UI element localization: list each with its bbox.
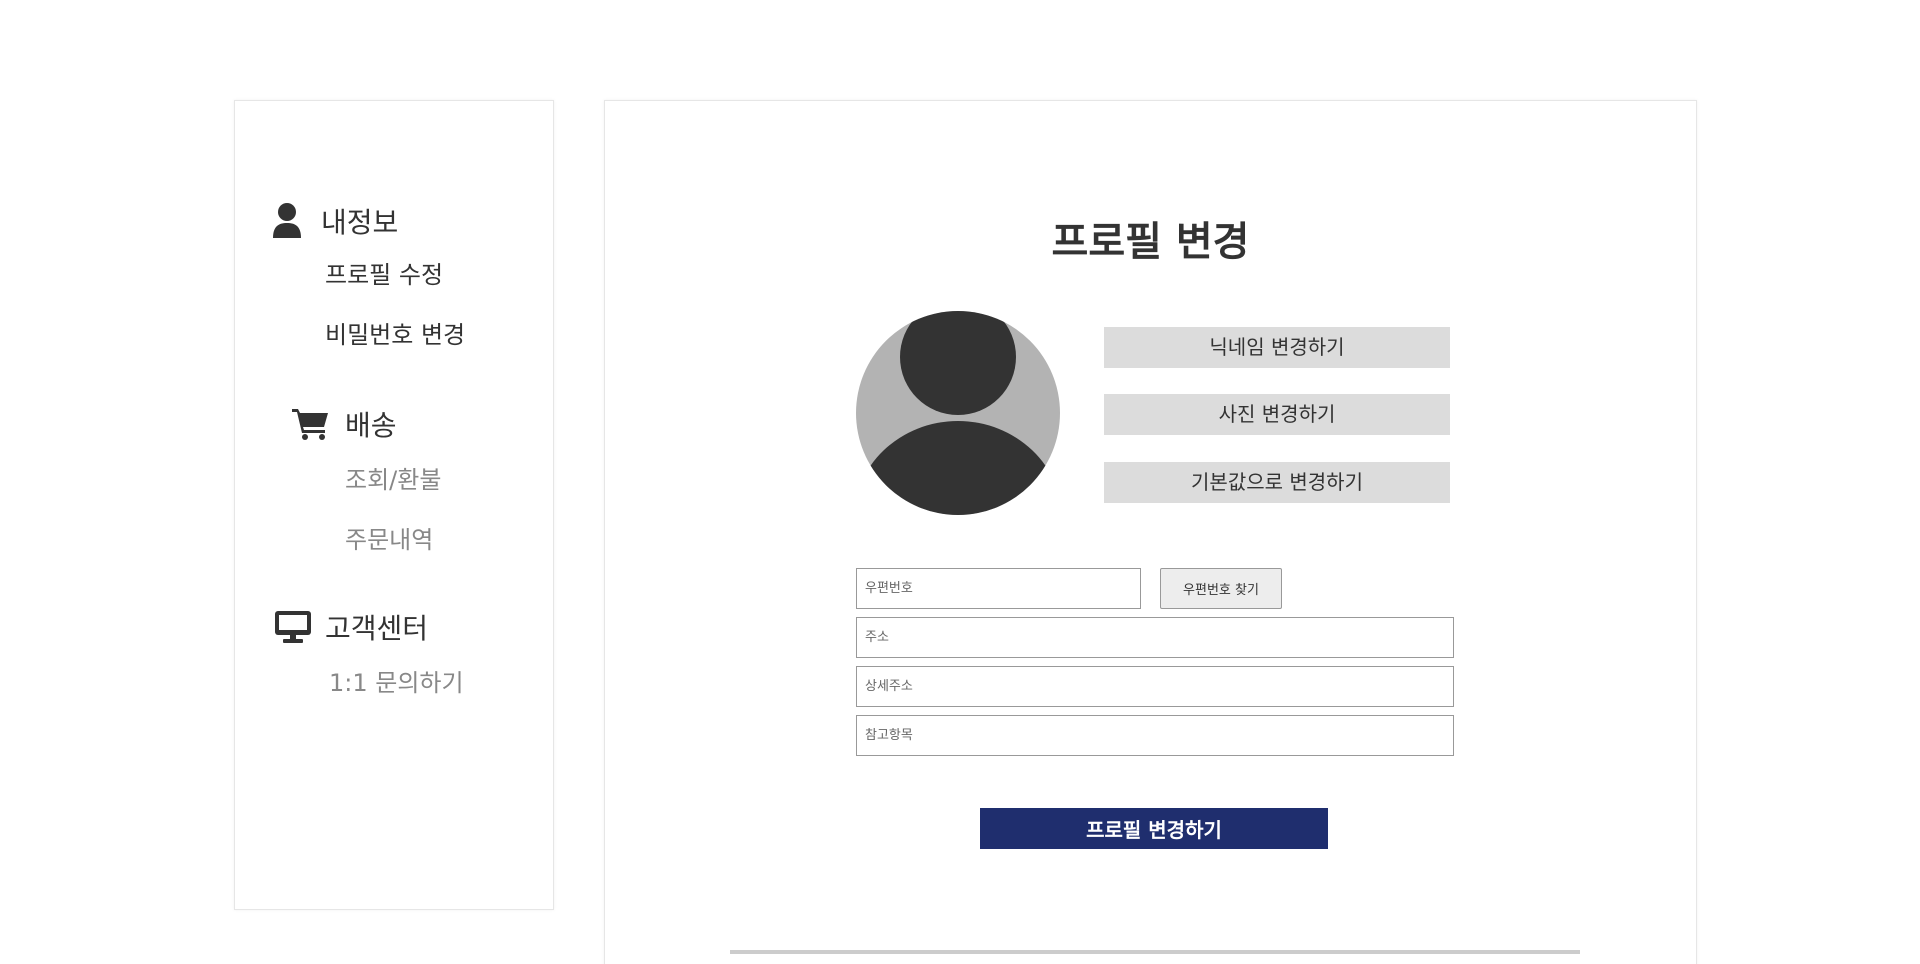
user-icon xyxy=(271,201,303,241)
shopping-cart-icon xyxy=(291,404,331,444)
change-nickname-button[interactable]: 닉네임 변경하기 xyxy=(1104,327,1450,368)
sidebar-header-support: 고객센터 xyxy=(235,607,553,647)
change-photo-button[interactable]: 사진 변경하기 xyxy=(1104,394,1450,435)
main-panel: 프로필 변경 닉네임 변경하기 사진 변경하기 기본값으로 변경하기 우편번호 … xyxy=(604,100,1697,964)
sidebar-item-inquiry[interactable]: 1:1 문의하기 xyxy=(329,663,553,698)
sidebar-title-my-info: 내정보 xyxy=(321,206,399,239)
sidebar-title-shipping: 배송 xyxy=(345,409,397,442)
sidebar-item-order-history[interactable]: 주문내역 xyxy=(345,520,553,555)
page-title: 프로필 변경 xyxy=(1051,219,1250,265)
page: 내정보 프로필 수정 비밀번호 변경 배송 조회/환불 주문내역 고객센터 1:… xyxy=(0,0,1920,964)
sidebar-section-shipping: 배송 조회/환불 주문내역 xyxy=(235,404,553,555)
sidebar-item-edit-profile[interactable]: 프로필 수정 xyxy=(325,255,553,290)
sidebar-title-support: 고객센터 xyxy=(325,612,429,645)
sidebar-item-lookup-refund[interactable]: 조회/환불 xyxy=(345,460,553,495)
sidebar-header-shipping: 배송 xyxy=(235,404,553,444)
submit-profile-button[interactable]: 프로필 변경하기 xyxy=(980,808,1328,849)
sidebar-section-my-info: 내정보 프로필 수정 비밀번호 변경 xyxy=(235,201,553,350)
sidebar-section-support: 고객센터 1:1 문의하기 xyxy=(235,607,553,698)
detail-address-input[interactable] xyxy=(856,666,1454,707)
divider xyxy=(730,950,1580,954)
monitor-icon xyxy=(273,607,313,647)
zipcode-input[interactable] xyxy=(856,568,1141,609)
extra-address-input[interactable] xyxy=(856,715,1454,756)
reset-to-default-button[interactable]: 기본값으로 변경하기 xyxy=(1104,462,1450,503)
address-input[interactable] xyxy=(856,617,1454,658)
sidebar-item-change-password[interactable]: 비밀번호 변경 xyxy=(325,315,553,350)
sidebar-header-my-info: 내정보 xyxy=(235,201,553,241)
sidebar: 내정보 프로필 수정 비밀번호 변경 배송 조회/환불 주문내역 고객센터 1:… xyxy=(234,100,554,910)
default-avatar-icon xyxy=(856,311,1060,515)
find-zipcode-button[interactable]: 우편번호 찾기 xyxy=(1160,568,1282,609)
